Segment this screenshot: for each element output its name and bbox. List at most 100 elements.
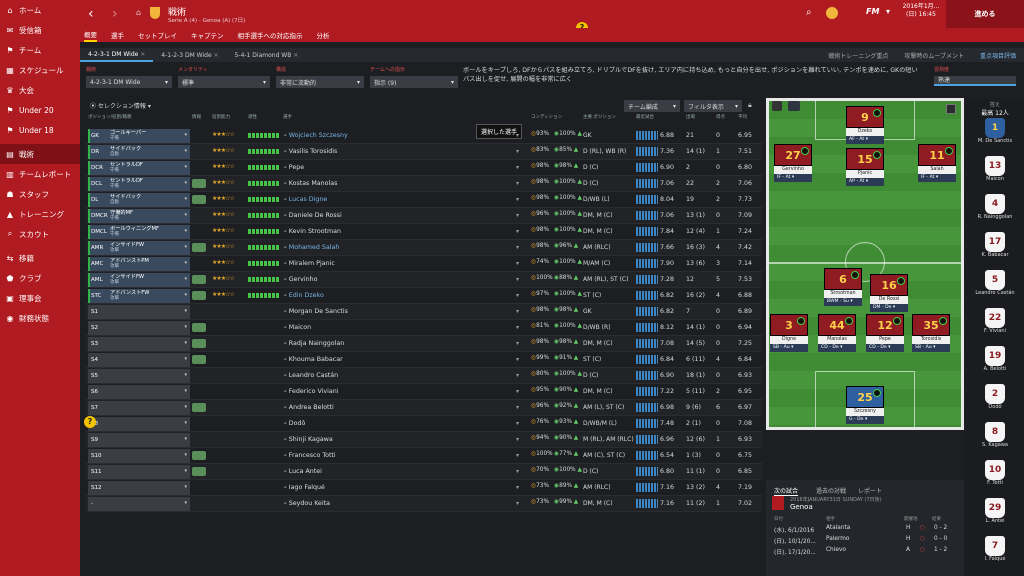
table-row[interactable]: DRサイドバック自動▾★★★☆☆Vasilis Torosidis▾◎83%◉8… [86, 144, 762, 160]
chevron-down-icon[interactable]: ▾ [516, 308, 519, 315]
table-row[interactable]: S1▾Morgan De Sanctis▾◎98%◉98% ▲GK6.82706… [86, 304, 762, 320]
bench-player[interactable]: 8 S. Kagawa [966, 422, 1024, 448]
info-tag-icon[interactable] [192, 243, 206, 252]
player-name[interactable]: Miralem Pjanic [283, 260, 335, 267]
sidebar-item-12[interactable]: ⇆ 移籍 [0, 248, 80, 268]
player-name[interactable]: Francesco Totti [283, 452, 336, 459]
chevron-down-icon[interactable]: ▾ [516, 452, 519, 459]
pitch-role-dropdown[interactable]: CD - De ▾ [818, 344, 856, 352]
position-selector[interactable]: DCR セントラルDF 守備 ▾ [88, 161, 190, 175]
chevron-down-icon[interactable]: ▾ [516, 276, 519, 283]
sidebar-item-4[interactable]: ♛ 大会 [0, 80, 80, 100]
bench-player[interactable]: 1 M. De Sanctis [966, 118, 1024, 144]
position-selector[interactable]: STC アドバンストFW 攻撃 ▾ [88, 289, 190, 303]
mentality-dropdown[interactable]: 標準 ▾ [178, 76, 270, 88]
chevron-down-icon[interactable]: ▾ [516, 132, 519, 139]
pitch-role-dropdown[interactable]: IF - At ▾ [918, 174, 956, 182]
sidebar-item-10[interactable]: ▲ トレーニング [0, 204, 80, 224]
position-selector[interactable]: DCL セントラルDF 守備 ▾ [88, 177, 190, 191]
fm-logo[interactable]: FM [866, 7, 879, 16]
col-header-4[interactable]: 選手 [283, 114, 292, 120]
info-tag-icon[interactable] [192, 323, 206, 332]
table-row[interactable]: DMCR守備的MF守備▾★★★☆☆Daniele De Rossi▾◎96%◉1… [86, 208, 762, 224]
player-name[interactable]: Wojciech Szczesny [283, 132, 348, 139]
player-name[interactable]: Radja Nainggolan [283, 340, 344, 347]
pitch-player-card[interactable]: 9 Dzeko AF - At ▾ [846, 106, 884, 144]
tactic-tab-2[interactable]: 5-4-1 Diamond WB ✕ [227, 48, 307, 62]
table-row[interactable]: DLサイドバック自動▾★★★☆☆Lucas Digne▾◎98%◉100% ▲D… [86, 192, 762, 208]
bench-player[interactable]: 4 R. Nainggolan [966, 194, 1024, 220]
table-row[interactable]: S6▾Federico Viviani▾◎95%◉90% ▲DM, M (C)7… [86, 384, 762, 400]
sidebar-item-5[interactable]: ⚑ Under 20 [0, 100, 80, 120]
table-row[interactable]: DMCLボールウィニングMF守備▾★★★☆☆Kevin Strootman▾◎9… [86, 224, 762, 240]
chevron-down-icon[interactable]: ▾ [516, 228, 519, 235]
continue-button[interactable]: 進める [946, 0, 1024, 28]
bench-player[interactable]: 5 Leandro Castán [966, 270, 1024, 296]
chevron-down-icon[interactable]: ▾ [516, 292, 519, 299]
table-row[interactable]: -▾Seydou Keita▾◎73%◉99% ▲DM, M (C)7.1611… [86, 496, 762, 512]
pitch-role-dropdown[interactable]: DM - De ▾ [870, 304, 908, 312]
pitch-role-dropdown[interactable]: IF - At ▾ [774, 174, 812, 182]
chevron-down-icon[interactable]: ▾ [886, 7, 890, 16]
pitch-role-dropdown[interactable]: G - De ▾ [846, 416, 884, 424]
table-row[interactable]: S3▾Radja Nainggolan▾◎98%◉98% ▲DM, M (C)7… [86, 336, 762, 352]
sidebar-item-7[interactable]: ▤ 戦術 [0, 144, 80, 164]
chevron-down-icon[interactable]: ▾ [516, 388, 519, 395]
pitch-player-card[interactable]: 12 Pepe CD - De ▾ [866, 314, 904, 352]
chevron-down-icon[interactable]: ▾ [516, 164, 519, 171]
table-row[interactable]: DCLセントラルDF守備▾★★★☆☆Kostas Manolas▾◎98%◉10… [86, 176, 762, 192]
player-name[interactable]: Shinji Kagawa [283, 436, 333, 443]
pitch-role-dropdown[interactable]: AF - At ▾ [846, 136, 884, 144]
col-header-6[interactable]: 主要.ポジション [583, 114, 616, 120]
info-tag-icon[interactable] [192, 451, 206, 460]
info-tag-icon[interactable] [192, 195, 206, 204]
chevron-down-icon[interactable]: ▾ [516, 468, 519, 475]
subnav-tab-1[interactable]: 選手 [111, 30, 124, 40]
pitch-role-dropdown[interactable]: AP - At ▾ [846, 178, 884, 186]
player-name[interactable]: Vasilis Torosidis [283, 148, 337, 155]
position-selector[interactable]: DR サイドバック 自動 ▾ [88, 145, 190, 159]
selection-info-dropdown[interactable]: ⦿ セレクション情報 ▾ [90, 101, 151, 110]
pitch-player-card[interactable]: 6 Strootman BWM - Su ▾ [824, 268, 862, 306]
player-name[interactable]: Seydou Keita [283, 500, 330, 507]
sidebar-item-11[interactable]: ⌕ スカウト [0, 224, 80, 244]
position-selector[interactable]: AMC アドバンストPM 攻撃 ▾ [88, 257, 190, 271]
subnav-tab-2[interactable]: セットプレイ [138, 30, 177, 40]
table-row[interactable]: AMLインサイドFW攻撃▾★★★☆☆Gervinho▾◎100%◉88% ▲AM… [86, 272, 762, 288]
player-name[interactable]: Maicon [283, 324, 311, 331]
bench-player[interactable]: 10 F. Totti [966, 460, 1024, 486]
bench-player[interactable]: 7 I. Falqué [966, 536, 1024, 562]
fixture-tab-0[interactable]: 次の試合 [774, 486, 799, 496]
table-row[interactable]: S5▾Leandro Castán▾◎80%◉100% ▲D (C)6.9018… [86, 368, 762, 384]
chevron-down-icon[interactable]: ▾ [516, 324, 519, 331]
pitch-player-card[interactable]: 35 Torosidis SB - Au ▾ [912, 314, 950, 352]
pitch-role-dropdown[interactable]: SB - Au ▾ [912, 344, 950, 352]
col-header-0[interactable]: ポジション/役割/職務 [88, 114, 132, 120]
table-row[interactable]: AMCアドバンストPM攻撃▾★★★☆☆Miralem Pjanic▾◎74%◉1… [86, 256, 762, 272]
expand-icon[interactable] [946, 104, 956, 114]
table-row[interactable]: S12▾Iago Falqué▾◎73%◉89% ▲AM (RLC)7.1613… [86, 480, 762, 496]
position-selector[interactable]: S5 ▾ [88, 369, 190, 383]
pitch-player-card[interactable]: 3 Digne SB - Au ▾ [770, 314, 808, 352]
fixture-tab-2[interactable]: レポート [858, 486, 882, 495]
pitch-player-card[interactable]: 16 De Rossi DM - De ▾ [870, 274, 908, 312]
bench-player[interactable]: 22 F. Viviani [966, 308, 1024, 334]
chevron-down-icon[interactable]: ▾ [516, 484, 519, 491]
sidebar-item-14[interactable]: ▣ 理事会 [0, 288, 80, 308]
player-name[interactable]: Pepe [283, 164, 304, 171]
table-row[interactable]: S2▾Maicon▾◎81%◉100% ▲D/WB (R)8.1214 (1)0… [86, 320, 762, 336]
col-header-3[interactable]: 適性 [248, 114, 257, 120]
next-opponent[interactable]: Genoa [790, 503, 813, 511]
pitch-role-dropdown[interactable]: CD - De ▾ [866, 344, 904, 352]
chevron-down-icon[interactable]: ▾ [516, 212, 519, 219]
bench-player[interactable]: 29 L. Antei [966, 498, 1024, 524]
table-row[interactable]: DCRセントラルDF守備▾★★★☆☆Pepe▾◎98%◉98% ▲D (C)6.… [86, 160, 762, 176]
table-row[interactable]: S11▾Luca Antei▾◎70%◉100% ▲D (C)6.8011 (1… [86, 464, 762, 480]
col-header-2[interactable]: 役割能力 [212, 114, 230, 120]
sidebar-item-15[interactable]: ◉ 財務状態 [0, 308, 80, 328]
subnav-tab-4[interactable]: 相手選手への対応指示 [238, 30, 303, 40]
sidebar-item-2[interactable]: ⚑ チーム [0, 40, 80, 60]
sidebar-item-13[interactable]: ⬟ クラブ [0, 268, 80, 288]
team-instructions-dropdown[interactable]: 指示 (9) ▾ [370, 76, 458, 88]
position-selector[interactable]: DL サイドバック 自動 ▾ [88, 193, 190, 207]
